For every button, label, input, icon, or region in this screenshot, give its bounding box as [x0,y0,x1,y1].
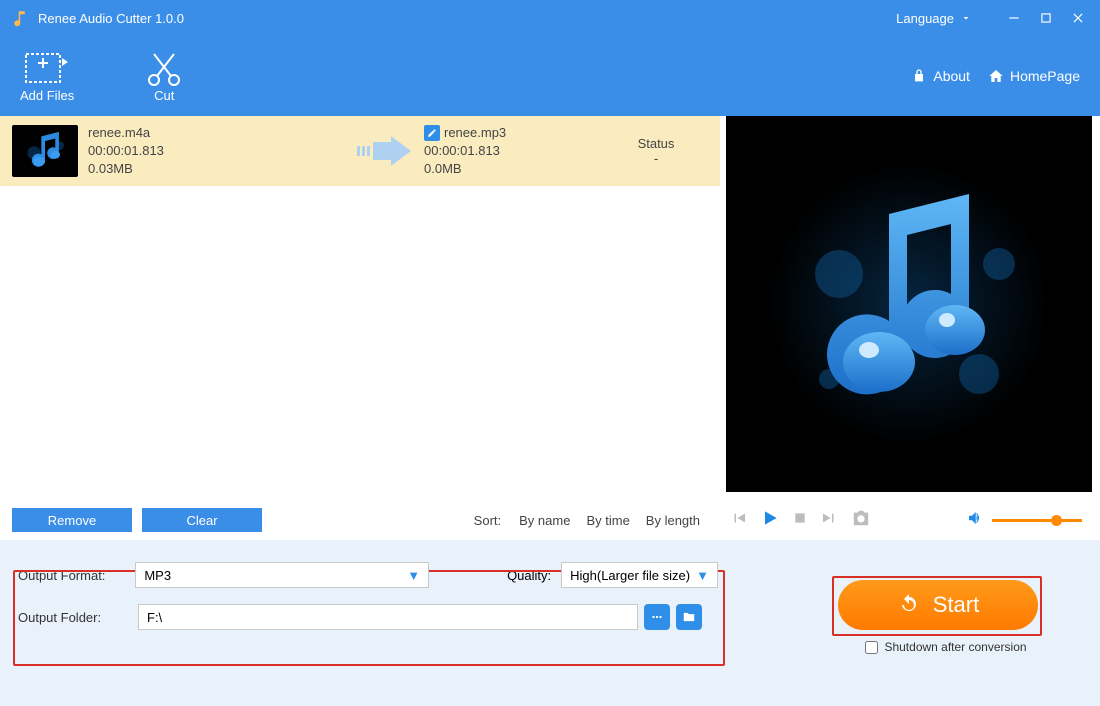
destination-duration: 00:00:01.813 [424,142,604,160]
add-files-label: Add Files [20,88,74,103]
stop-button[interactable] [792,510,808,531]
shutdown-checkbox[interactable]: Shutdown after conversion [865,640,1026,654]
snapshot-button[interactable] [850,509,872,532]
home-icon [988,68,1004,84]
preview-viewport [726,116,1092,492]
main-area: renee.m4a 00:00:01.813 0.03MB renee.mp3 [0,116,1100,540]
quality-label: Quality: [507,568,551,583]
title-bar: Renee Audio Cutter 1.0.0 Language [0,0,1100,36]
lock-icon [911,68,927,84]
shutdown-label: Shutdown after conversion [884,640,1026,654]
ribbon-toolbar: Add Files Cut About HomePage [0,36,1100,116]
refresh-icon [897,593,921,617]
play-button[interactable] [760,508,780,533]
output-settings: Output Format: MP3 ▼ Quality: High(Large… [18,562,718,630]
source-size: 0.03MB [88,160,344,178]
player-controls [720,500,1092,540]
status-header: Status [604,136,708,151]
chevron-down-icon [960,12,972,24]
sort-by-length[interactable]: By length [646,513,700,528]
start-button[interactable]: Start [838,580,1038,630]
preview-panel [720,116,1100,540]
output-folder-label: Output Folder: [18,610,138,625]
chevron-down-icon: ▼ [407,568,420,583]
scissors-icon [144,50,184,88]
app-title: Renee Audio Cutter 1.0.0 [38,11,896,26]
start-area: Start Shutdown after conversion [838,580,1038,654]
file-list: renee.m4a 00:00:01.813 0.03MB renee.mp3 [0,116,720,500]
start-label: Start [933,592,979,618]
source-info: renee.m4a 00:00:01.813 0.03MB [88,124,344,179]
left-panel: renee.m4a 00:00:01.813 0.03MB renee.mp3 [0,116,720,540]
minimize-button[interactable] [1004,8,1024,28]
maximize-button[interactable] [1036,8,1056,28]
cut-label: Cut [154,88,174,103]
file-row[interactable]: renee.m4a 00:00:01.813 0.03MB renee.mp3 [0,116,720,186]
convert-arrow-icon [344,136,424,166]
about-label: About [933,68,970,84]
sort-by-time[interactable]: By time [586,513,629,528]
quality-select[interactable]: High(Larger file size) ▼ [561,562,718,588]
browse-folder-button[interactable] [676,604,702,630]
volume-icon[interactable] [966,509,984,532]
sort-label: Sort: [474,513,501,528]
more-button[interactable] [644,604,670,630]
output-format-label: Output Format: [18,568,135,583]
quality-value: High(Larger file size) [570,568,690,583]
chevron-down-icon: ▼ [696,568,709,583]
status-column: Status - [604,136,708,166]
volume-control [966,509,1082,532]
prev-button[interactable] [730,509,748,532]
clear-button[interactable]: Clear [142,508,262,532]
edit-icon[interactable] [424,125,440,141]
destination-info: renee.mp3 00:00:01.813 0.0MB [424,124,604,179]
status-value: - [604,151,708,166]
volume-slider[interactable] [992,519,1082,522]
source-name: renee.m4a [88,124,344,142]
source-duration: 00:00:01.813 [88,142,344,160]
next-button[interactable] [820,509,838,532]
add-files-button[interactable]: Add Files [20,50,74,103]
list-footer: Remove Clear Sort: By name By time By le… [0,500,720,540]
destination-name: renee.mp3 [444,124,506,142]
homepage-link[interactable]: HomePage [988,68,1080,84]
shutdown-checkbox-input[interactable] [865,641,878,654]
add-files-icon [24,50,70,88]
bottom-panel: Output Format: MP3 ▼ Quality: High(Large… [0,540,1100,706]
output-folder-input[interactable] [138,604,638,630]
sort-by-name[interactable]: By name [519,513,570,528]
music-note-preview-icon [769,164,1049,444]
about-link[interactable]: About [911,68,970,84]
destination-size: 0.0MB [424,160,604,178]
file-thumbnail [12,125,78,177]
homepage-label: HomePage [1010,68,1080,84]
output-format-select[interactable]: MP3 ▼ [135,562,429,588]
language-label: Language [896,11,954,26]
language-selector[interactable]: Language [896,11,972,26]
app-icon [12,9,30,27]
remove-button[interactable]: Remove [12,508,132,532]
close-button[interactable] [1068,8,1088,28]
music-note-icon [12,125,78,177]
cut-button[interactable]: Cut [144,50,184,103]
output-format-value: MP3 [144,568,171,583]
